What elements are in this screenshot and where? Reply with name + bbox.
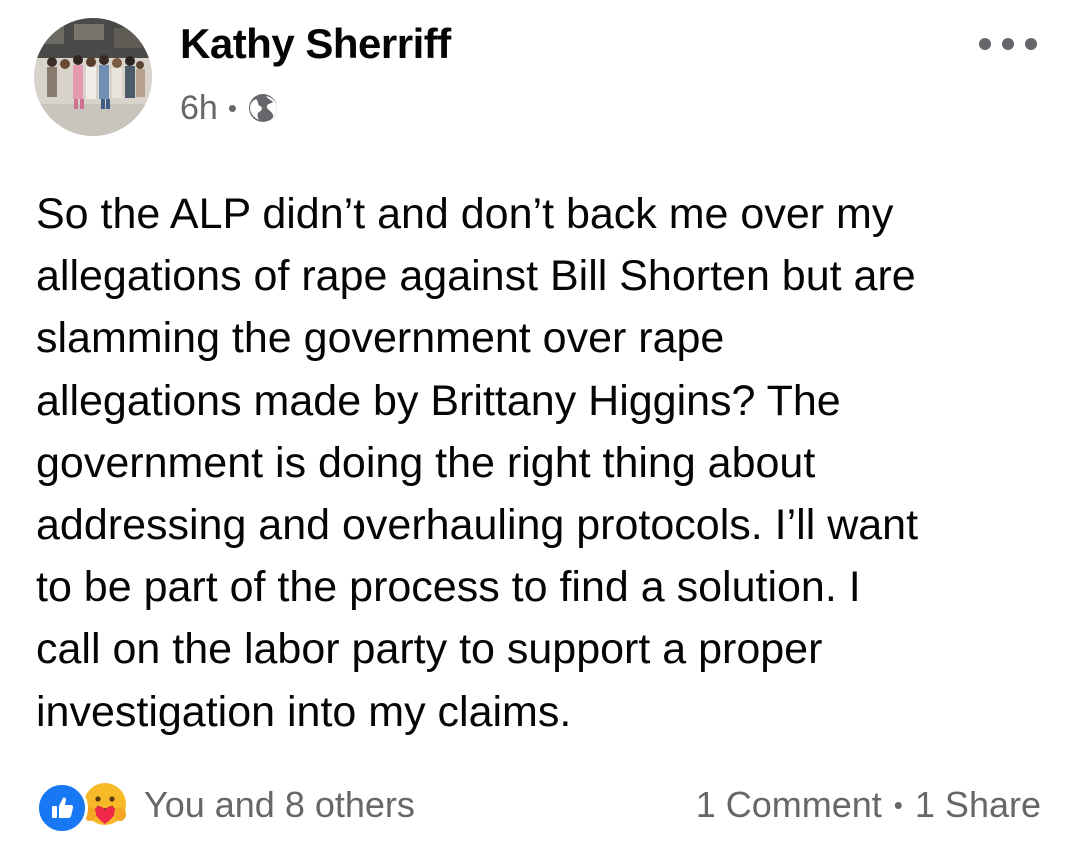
post-footer: You and 8 others 1 Comment • 1 Share — [36, 775, 1041, 835]
post-text-line: So the ALP didn’t and don’t back me over… — [36, 190, 894, 238]
reaction-icons — [36, 779, 132, 834]
reactions-count[interactable]: You and 8 others — [144, 784, 415, 826]
engagement-stats: 1 Comment • 1 Share — [696, 784, 1041, 826]
more-options-icon[interactable] — [979, 30, 1037, 58]
more-dot — [979, 38, 991, 50]
author-name[interactable]: Kathy Sherriff — [180, 20, 451, 68]
shares-count[interactable]: 1 Share — [915, 784, 1041, 826]
facebook-post: Kathy Sherriff 6h • So the ALP didn’t an… — [0, 0, 1077, 859]
post-text-line: government is doing the right thing abou… — [36, 438, 816, 487]
post-text-line: allegations of rape against Bill Shorten… — [36, 252, 916, 301]
more-dot — [1002, 38, 1014, 50]
post-body: So the ALP didn’t and don’t back me over… — [36, 183, 1046, 743]
post-text-line: allegations made by Brittany Higgins? Th… — [36, 376, 841, 425]
post-text-line: addressing and overhauling protocols. I’… — [36, 500, 919, 549]
post-text-line: slamming the government over rape — [36, 314, 725, 363]
like-icon — [36, 782, 88, 834]
post-text-line: investigation into my claims. — [36, 687, 572, 736]
stats-separator: • — [893, 789, 903, 820]
timestamp[interactable]: 6h — [180, 89, 218, 128]
globe-icon[interactable] — [247, 92, 279, 124]
reactions-summary[interactable]: You and 8 others — [36, 779, 415, 834]
post-meta: 6h • — [180, 86, 279, 130]
more-dot — [1025, 38, 1037, 50]
meta-separator: • — [227, 93, 237, 123]
avatar-photo — [34, 18, 152, 136]
avatar[interactable] — [34, 18, 152, 136]
post-text-line: call on the labor party to support a pro… — [36, 625, 823, 674]
post-text-line: to be part of the process to find a solu… — [36, 563, 861, 612]
comments-count[interactable]: 1 Comment — [696, 784, 882, 826]
